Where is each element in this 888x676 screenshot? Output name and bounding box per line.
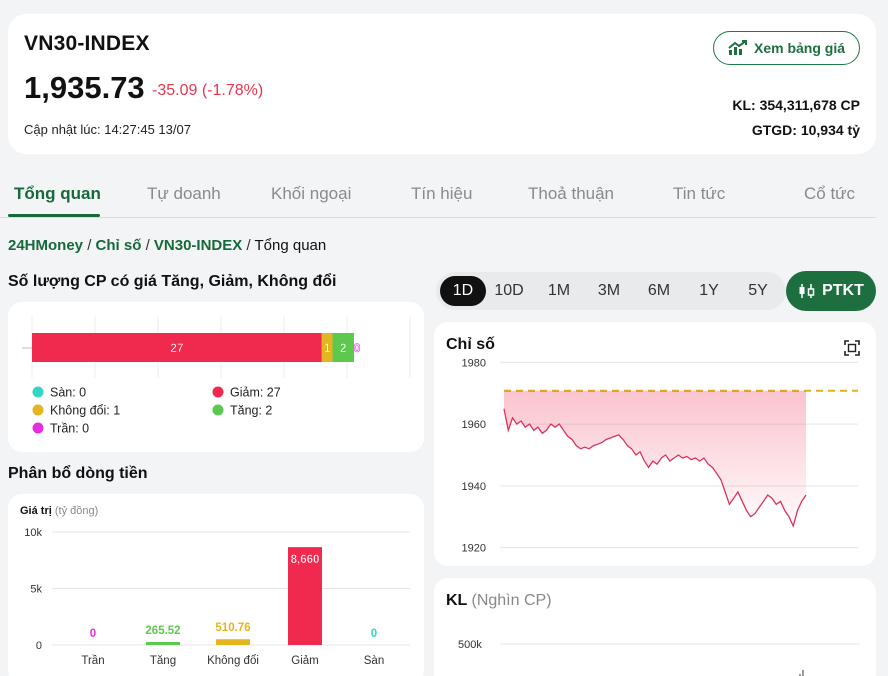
legend-label: Sàn: 0: [50, 386, 86, 400]
flow-tick-label: 5k: [30, 584, 42, 596]
index-header-card: VN30-INDEX 1,935.73 -35.09 (-1.78%) Cập …: [8, 14, 876, 154]
breadcrumb-current: Tổng quan: [254, 237, 327, 254]
candlestick-icon: [799, 284, 815, 298]
flow-category-label: Trần: [81, 655, 104, 667]
technical-analysis-button[interactable]: PTKT: [786, 271, 876, 311]
flow-data-label: 510.76: [215, 622, 250, 634]
view-price-board-label: Xem bảng giá: [753, 40, 846, 56]
tab-overview[interactable]: Tổng quan: [14, 184, 101, 204]
breadcrumb-separator: /: [145, 237, 150, 254]
flow-data-label: 265.52: [145, 625, 180, 637]
breadcrumb: 24HMoney / Chỉ số / VN30-INDEX / Tổng qu…: [8, 237, 326, 254]
legend-label: Giảm: 27: [230, 386, 281, 400]
tab-dividends[interactable]: Cổ tức: [804, 184, 855, 204]
tab-negotiated[interactable]: Thoả thuận: [528, 184, 614, 204]
legend-label: Không đổi: 1: [50, 404, 120, 418]
breadth-bar-label: 1: [324, 341, 331, 355]
period-selector: 1D 10D 1M 3M 6M 1Y 5Y: [436, 272, 786, 310]
flow-tick-label: 10k: [24, 527, 42, 539]
volume-tick-label: 500k: [458, 639, 482, 651]
index-tick-label: 1960: [462, 419, 486, 431]
period-1y[interactable]: 1Y: [686, 272, 732, 310]
tab-proprietary[interactable]: Tự doanh: [147, 184, 221, 204]
breadth-bar-label: 27: [170, 341, 184, 355]
tab-news[interactable]: Tin tức: [673, 184, 725, 204]
tab-bar: Tổng quan Tự doanh Khối ngoại Tín hiệu T…: [0, 168, 876, 218]
breadcrumb-home[interactable]: 24HMoney: [8, 237, 83, 254]
period-10d[interactable]: 10D: [486, 272, 532, 310]
flow-bar: [216, 639, 250, 645]
money-flow-card: Giá trị (tỷ đồng) 0 5k 10k 0 Trần 265.52 Tăng…: [8, 494, 424, 676]
technical-analysis-label: PTKT: [822, 282, 864, 299]
volume-bar-chart: 500k: [458, 639, 860, 676]
total-value: GTGD: 10,934 tỷ: [751, 122, 860, 138]
legend-dot: [32, 422, 44, 434]
flow-category-label: Sàn: [364, 655, 384, 667]
flow-data-label: 0: [90, 628, 96, 640]
period-3m[interactable]: 3M: [586, 272, 632, 310]
flow-data-label: 8,660: [291, 554, 320, 566]
flow-bar: [146, 641, 180, 645]
breadcrumb-indices[interactable]: Chỉ số: [96, 237, 142, 254]
index-name: VN30-INDEX: [24, 32, 150, 55]
breadth-bar-label: 0: [354, 341, 361, 355]
legend-dot: [212, 404, 224, 416]
breadth-bar-label: 2: [340, 341, 347, 355]
legend-dot: [212, 386, 224, 398]
volume-chart-card: KL (Nghìn CP) 500k: [434, 578, 876, 676]
flow-category-label: Không đổi: [207, 655, 259, 667]
stock-count-title: Số lượng CP có giá Tăng, Giảm, Không đổi: [8, 273, 337, 290]
legend-label: Trần: 0: [50, 422, 89, 436]
period-1m[interactable]: 1M: [536, 272, 582, 310]
legend-dot: [32, 386, 44, 398]
total-volume: KL: 354,311,678 CP: [732, 97, 860, 113]
flow-category-label: Tăng: [150, 655, 176, 667]
legend-label: Tăng: 2: [230, 404, 272, 418]
money-flow-chart: Giá trị (tỷ đồng) 0 5k 10k 0 Trần 265.52 Tăng…: [20, 505, 410, 667]
index-tick-label: 1980: [462, 357, 486, 369]
breadth-bar-chart: 027120 Sàn: 0Giảm: 27Không đổi: 1Tăng: 2…: [22, 316, 411, 436]
flow-category-label: Giảm: [291, 655, 318, 667]
flow-data-label: 0: [371, 628, 377, 640]
active-tab-indicator: [8, 214, 100, 217]
flow-tick-label: 0: [36, 640, 42, 652]
breadcrumb-separator: /: [246, 237, 251, 254]
period-6m[interactable]: 6M: [636, 272, 682, 310]
view-price-board-button[interactable]: Xem bảng giá: [713, 31, 860, 65]
trending-up-icon: [728, 40, 747, 55]
period-1d[interactable]: 1D: [440, 276, 486, 306]
index-chart-card: Chỉ số 1920 1940 1960 1980: [434, 322, 876, 566]
flow-axis-title: Giá trị (tỷ đồng): [20, 505, 98, 517]
stock-count-card: 027120 Sàn: 0Giảm: 27Không đổi: 1Tăng: 2…: [8, 302, 424, 452]
index-tick-label: 1920: [462, 543, 486, 555]
index-tick-label: 1940: [462, 481, 486, 493]
period-5y[interactable]: 5Y: [735, 272, 781, 310]
money-flow-title: Phân bổ dòng tiền: [8, 465, 148, 482]
breadcrumb-index[interactable]: VN30-INDEX: [154, 237, 242, 254]
breadcrumb-separator: /: [87, 237, 92, 254]
index-price: 1,935.73: [24, 70, 145, 105]
tab-signals[interactable]: Tín hiệu: [411, 184, 472, 204]
update-time: Cập nhật lúc: 14:27:45 13/07: [24, 122, 191, 137]
legend-dot: [32, 404, 44, 416]
index-line-chart: 1920 1940 1960 1980: [462, 357, 858, 555]
index-change: -35.09 (-1.78%): [152, 82, 264, 99]
tab-foreign[interactable]: Khối ngoại: [271, 184, 351, 204]
